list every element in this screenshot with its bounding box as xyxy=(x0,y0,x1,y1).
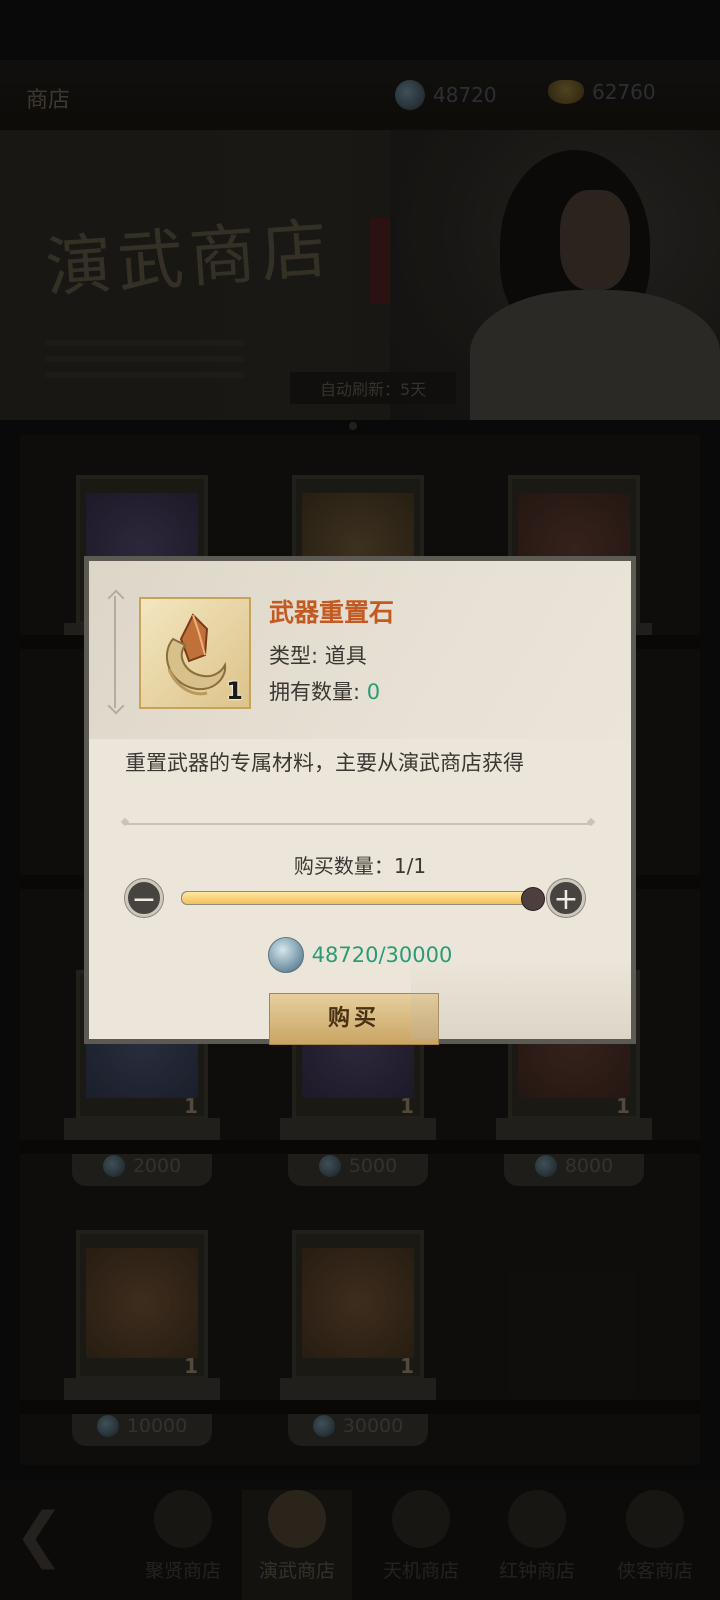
quantity-slider[interactable] xyxy=(181,887,545,911)
slider-thumb[interactable] xyxy=(521,887,545,911)
purchase-dialog: 1 武器重置石 类型: 道具 拥有数量: 0 重置武器的专属材料，主要从演武商店… xyxy=(84,556,636,1045)
item-type: 类型: 道具 xyxy=(269,644,367,668)
coin-icon xyxy=(267,937,304,973)
item-icon-frame: 1 xyxy=(139,597,251,709)
divider xyxy=(125,823,591,825)
landscape-decoration xyxy=(411,959,631,1039)
item-name: 武器重置石 xyxy=(269,598,395,627)
owned-label: 拥有数量: xyxy=(269,680,367,704)
owned-quantity: 拥有数量: 0 xyxy=(269,676,380,706)
purchase-quantity-label: 购买数量：1/1 xyxy=(293,854,427,878)
item-quantity: 1 xyxy=(226,677,243,705)
decrease-quantity-button[interactable]: − xyxy=(125,879,163,917)
shop-screen: 商店 48720 62760 演武商店 自动刷新：5天 1 2000 1 500… xyxy=(0,0,720,1600)
item-description: 重置武器的专属材料，主要从演武商店获得 xyxy=(125,751,524,775)
slider-fill xyxy=(182,892,532,904)
increase-quantity-button[interactable]: + xyxy=(547,879,585,917)
owned-value: 0 xyxy=(366,680,381,704)
scroll-indicator xyxy=(114,596,116,708)
